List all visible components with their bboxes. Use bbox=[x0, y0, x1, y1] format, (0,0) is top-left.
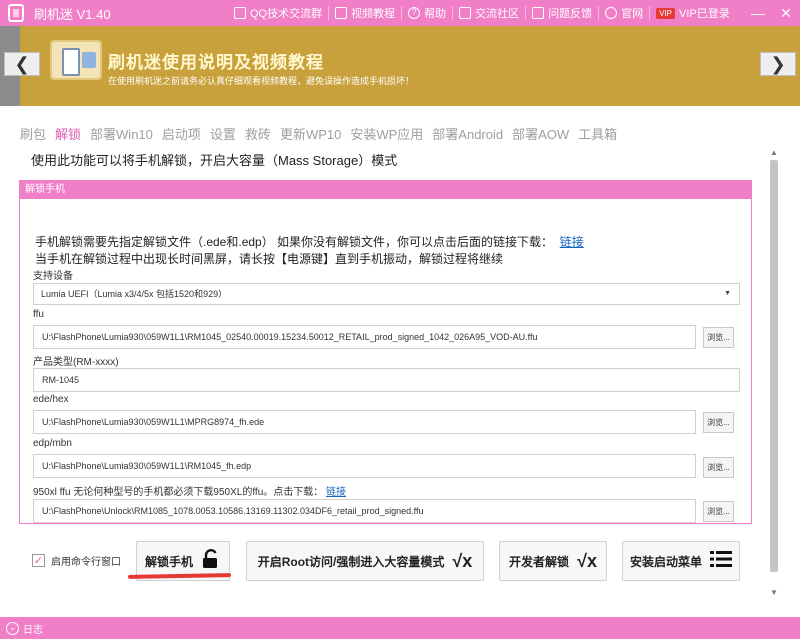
minimize-button[interactable]: — bbox=[744, 0, 772, 26]
banner-title: 刷机迷使用说明及视频教程 bbox=[108, 53, 324, 72]
globe-icon bbox=[605, 7, 618, 19]
tab-update-wp10[interactable]: 更新WP10 bbox=[280, 124, 341, 143]
tab-boot-items[interactable]: 启动项 bbox=[162, 124, 201, 143]
tab-unbrick[interactable]: 救砖 bbox=[245, 124, 271, 143]
cmd-window-toggle[interactable]: ✓ 启用命令行窗口 bbox=[32, 553, 121, 568]
close-button[interactable]: ✕ bbox=[772, 0, 800, 26]
cmd-window-label: 启用命令行窗口 bbox=[51, 557, 121, 568]
list-icon bbox=[710, 550, 732, 573]
device-select[interactable]: Lumia UEFI（Lumia x3/4/5x 包括1520和929） ▼ bbox=[33, 283, 740, 305]
ffu-path-input[interactable]: U:\FlashPhone\Lumia930\059W1L1\RM1045_02… bbox=[33, 325, 696, 349]
vip-icon: VIP bbox=[656, 7, 676, 19]
qq-group-link[interactable]: QQ技术交流群 bbox=[228, 6, 328, 20]
tab-toolbox[interactable]: 工具箱 bbox=[578, 124, 617, 143]
tab-unlock[interactable]: 解锁 bbox=[55, 124, 81, 143]
ffu-browse-button[interactable]: 浏览... bbox=[703, 327, 734, 348]
app-title: 刷机迷 V1.40 bbox=[34, 6, 111, 22]
tab-install-wp-app[interactable]: 安装WP应用 bbox=[350, 124, 423, 143]
ffu950-path-input[interactable]: U:\FlashPhone\Unlock\RM1085_1078.0053.10… bbox=[33, 499, 696, 523]
status-bar[interactable]: ⌄ 日志 bbox=[0, 617, 800, 639]
page-description: 使用此功能可以将手机解锁，开启大容量（Mass Storage）模式 bbox=[31, 153, 398, 168]
tab-settings[interactable]: 设置 bbox=[210, 124, 236, 143]
title-links: QQ技术交流群 视频教程 ? 帮助 交流社区 问题反馈 官网 VIP VIP已登录 bbox=[228, 0, 736, 26]
edp-mbn-browse-button[interactable]: 浏览... bbox=[703, 457, 734, 478]
edp-mbn-label: edp/mbn bbox=[33, 438, 72, 449]
sqrt-x-icon: √x bbox=[452, 550, 473, 571]
ede-hex-path-input[interactable]: U:\FlashPhone\Lumia930\059W1L1\MPRG8974_… bbox=[33, 410, 696, 434]
ffu950-download-link[interactable]: 链接 bbox=[326, 487, 346, 498]
banner-next-button[interactable]: ❯ bbox=[760, 52, 796, 76]
developer-unlock-button[interactable]: 开发者解锁 √x bbox=[499, 541, 607, 581]
ede-hex-browse-button[interactable]: 浏览... bbox=[703, 412, 734, 433]
checkbox-checked-icon[interactable]: ✓ bbox=[32, 554, 45, 567]
scrollbar-thumb[interactable] bbox=[770, 160, 778, 572]
root-access-button[interactable]: 开启Root访问/强制进入大容量模式 √x bbox=[246, 541, 484, 581]
tab-deploy-win10[interactable]: 部署Win10 bbox=[90, 124, 153, 143]
vertical-scrollbar[interactable]: ▲ ▼ bbox=[768, 148, 780, 598]
product-type-label: 产品类型(RM-xxxx) bbox=[33, 357, 119, 368]
community-link[interactable]: 交流社区 bbox=[452, 6, 525, 20]
help-link[interactable]: ? 帮助 bbox=[401, 6, 452, 20]
feedback-link[interactable]: 问题反馈 bbox=[525, 6, 598, 20]
scroll-down-icon[interactable]: ▼ bbox=[769, 588, 779, 598]
edp-mbn-path-input[interactable]: U:\FlashPhone\Lumia930\059W1L1\RM1045_fh… bbox=[33, 454, 696, 478]
expand-log-icon[interactable]: ⌄ bbox=[6, 621, 19, 635]
community-icon bbox=[459, 7, 472, 19]
unlock-files-link[interactable]: 链接 bbox=[560, 235, 584, 249]
tab-flash[interactable]: 刷包 bbox=[20, 124, 46, 143]
app-logo-icon bbox=[8, 4, 24, 22]
tab-deploy-aow[interactable]: 部署AOW bbox=[512, 124, 569, 143]
ede-hex-label: ede/hex bbox=[33, 394, 69, 405]
video-tutorial-link[interactable]: 视频教程 bbox=[328, 6, 401, 20]
log-label: 日志 bbox=[23, 624, 43, 636]
phone-tutorial-icon bbox=[50, 40, 102, 80]
ffu950-label: 950xl ffu 无论何种型号的手机都必须下载950XL的ffu。点击下载： … bbox=[33, 487, 347, 498]
info-line-2: 当手机在解锁过程中出现长时间黑屏，请长按【电源键】直到手机振动，解锁过程将继续 bbox=[35, 252, 504, 266]
video-icon bbox=[335, 7, 348, 19]
ffu-label: ffu bbox=[33, 309, 44, 320]
banner[interactable]: ❮ 刷机迷使用说明及视频教程 在使用刷机迷之前请务必认真仔细观看视频教程，避免误… bbox=[0, 26, 800, 106]
help-icon: ? bbox=[408, 7, 421, 19]
feedback-icon bbox=[532, 7, 545, 19]
info-line-1: 手机解锁需要先指定解锁文件（.ede和.edp） 如果你没有解锁文件，你可以点击… bbox=[35, 235, 584, 249]
unlock-group: 解锁手机 手机解锁需要先指定解锁文件（.ede和.edp） 如果你没有解锁文件，… bbox=[19, 180, 752, 524]
window-controls: — ✕ bbox=[744, 0, 800, 26]
group-title: 解锁手机 bbox=[20, 181, 751, 199]
ffu950-browse-button[interactable]: 浏览... bbox=[703, 501, 734, 522]
sqrt-x-icon: √x bbox=[577, 550, 597, 571]
qq-icon bbox=[234, 7, 246, 19]
tab-bar: 刷包 解锁 部署Win10 启动项 设置 救砖 更新WP10 安装WP应用 部署… bbox=[20, 124, 626, 143]
website-link[interactable]: 官网 bbox=[598, 6, 649, 20]
scroll-up-icon[interactable]: ▲ bbox=[769, 148, 779, 158]
tab-deploy-android[interactable]: 部署Android bbox=[432, 124, 503, 143]
unlock-icon bbox=[201, 548, 221, 574]
banner-prev-button[interactable]: ❮ bbox=[4, 52, 40, 76]
device-label: 支持设备 bbox=[33, 271, 73, 282]
banner-subtitle: 在使用刷机迷之前请务必认真仔细观看视频教程，避免误操作造成手机损坏！ bbox=[108, 76, 415, 86]
chevron-down-icon: ▼ bbox=[724, 290, 731, 297]
install-boot-menu-button[interactable]: 安装启动菜单 bbox=[622, 541, 740, 581]
title-bar: 刷机迷 V1.40 QQ技术交流群 视频教程 ? 帮助 交流社区 问题反馈 官网 … bbox=[0, 0, 800, 26]
vip-link[interactable]: VIP VIP已登录 bbox=[649, 6, 736, 20]
product-type-input[interactable]: RM-1045 bbox=[33, 368, 740, 392]
